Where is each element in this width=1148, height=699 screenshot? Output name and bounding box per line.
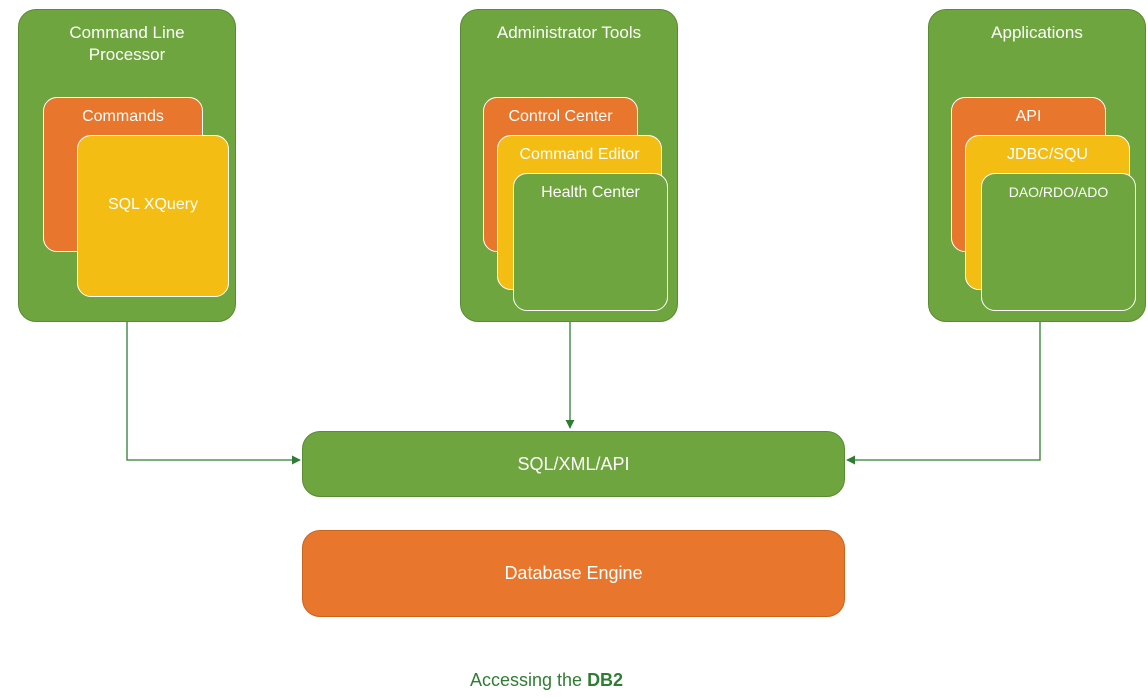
box-apps: Applications API JDBC/SQU DAO/RDO/ADO <box>928 9 1146 322</box>
card-command-editor-label: Command Editor <box>498 136 661 164</box>
box-apps-title: Applications <box>929 10 1145 44</box>
card-commands-label: Commands <box>44 98 202 126</box>
card-jdbc-label: JDBC/SQU <box>966 136 1129 164</box>
card-sql-xquery-label: SQL XQuery <box>78 136 228 214</box>
diagram-caption: Accessing the DB2 <box>470 670 623 691</box>
box-database-engine-label: Database Engine <box>303 531 844 584</box>
card-dao: DAO/RDO/ADO <box>981 173 1136 311</box>
box-clp: Command Line Processor Commands SQL XQue… <box>18 9 236 322</box>
card-health-center-label: Health Center <box>514 174 667 202</box>
box-sql-xml-api-label: SQL/XML/API <box>303 432 844 475</box>
caption-prefix: Accessing the <box>470 670 587 690</box>
card-health-center: Health Center <box>513 173 668 311</box>
box-admin-title: Administrator Tools <box>461 10 677 44</box>
box-clp-title: Command Line Processor <box>19 10 235 66</box>
card-api-label: API <box>952 98 1105 126</box>
caption-bold: DB2 <box>587 670 623 690</box>
card-dao-label: DAO/RDO/ADO <box>982 174 1135 200</box>
box-sql-xml-api: SQL/XML/API <box>302 431 845 497</box>
box-database-engine: Database Engine <box>302 530 845 617</box>
box-admin: Administrator Tools Control Center Comma… <box>460 9 678 322</box>
card-sql-xquery: SQL XQuery <box>77 135 229 297</box>
card-control-center-label: Control Center <box>484 98 637 126</box>
